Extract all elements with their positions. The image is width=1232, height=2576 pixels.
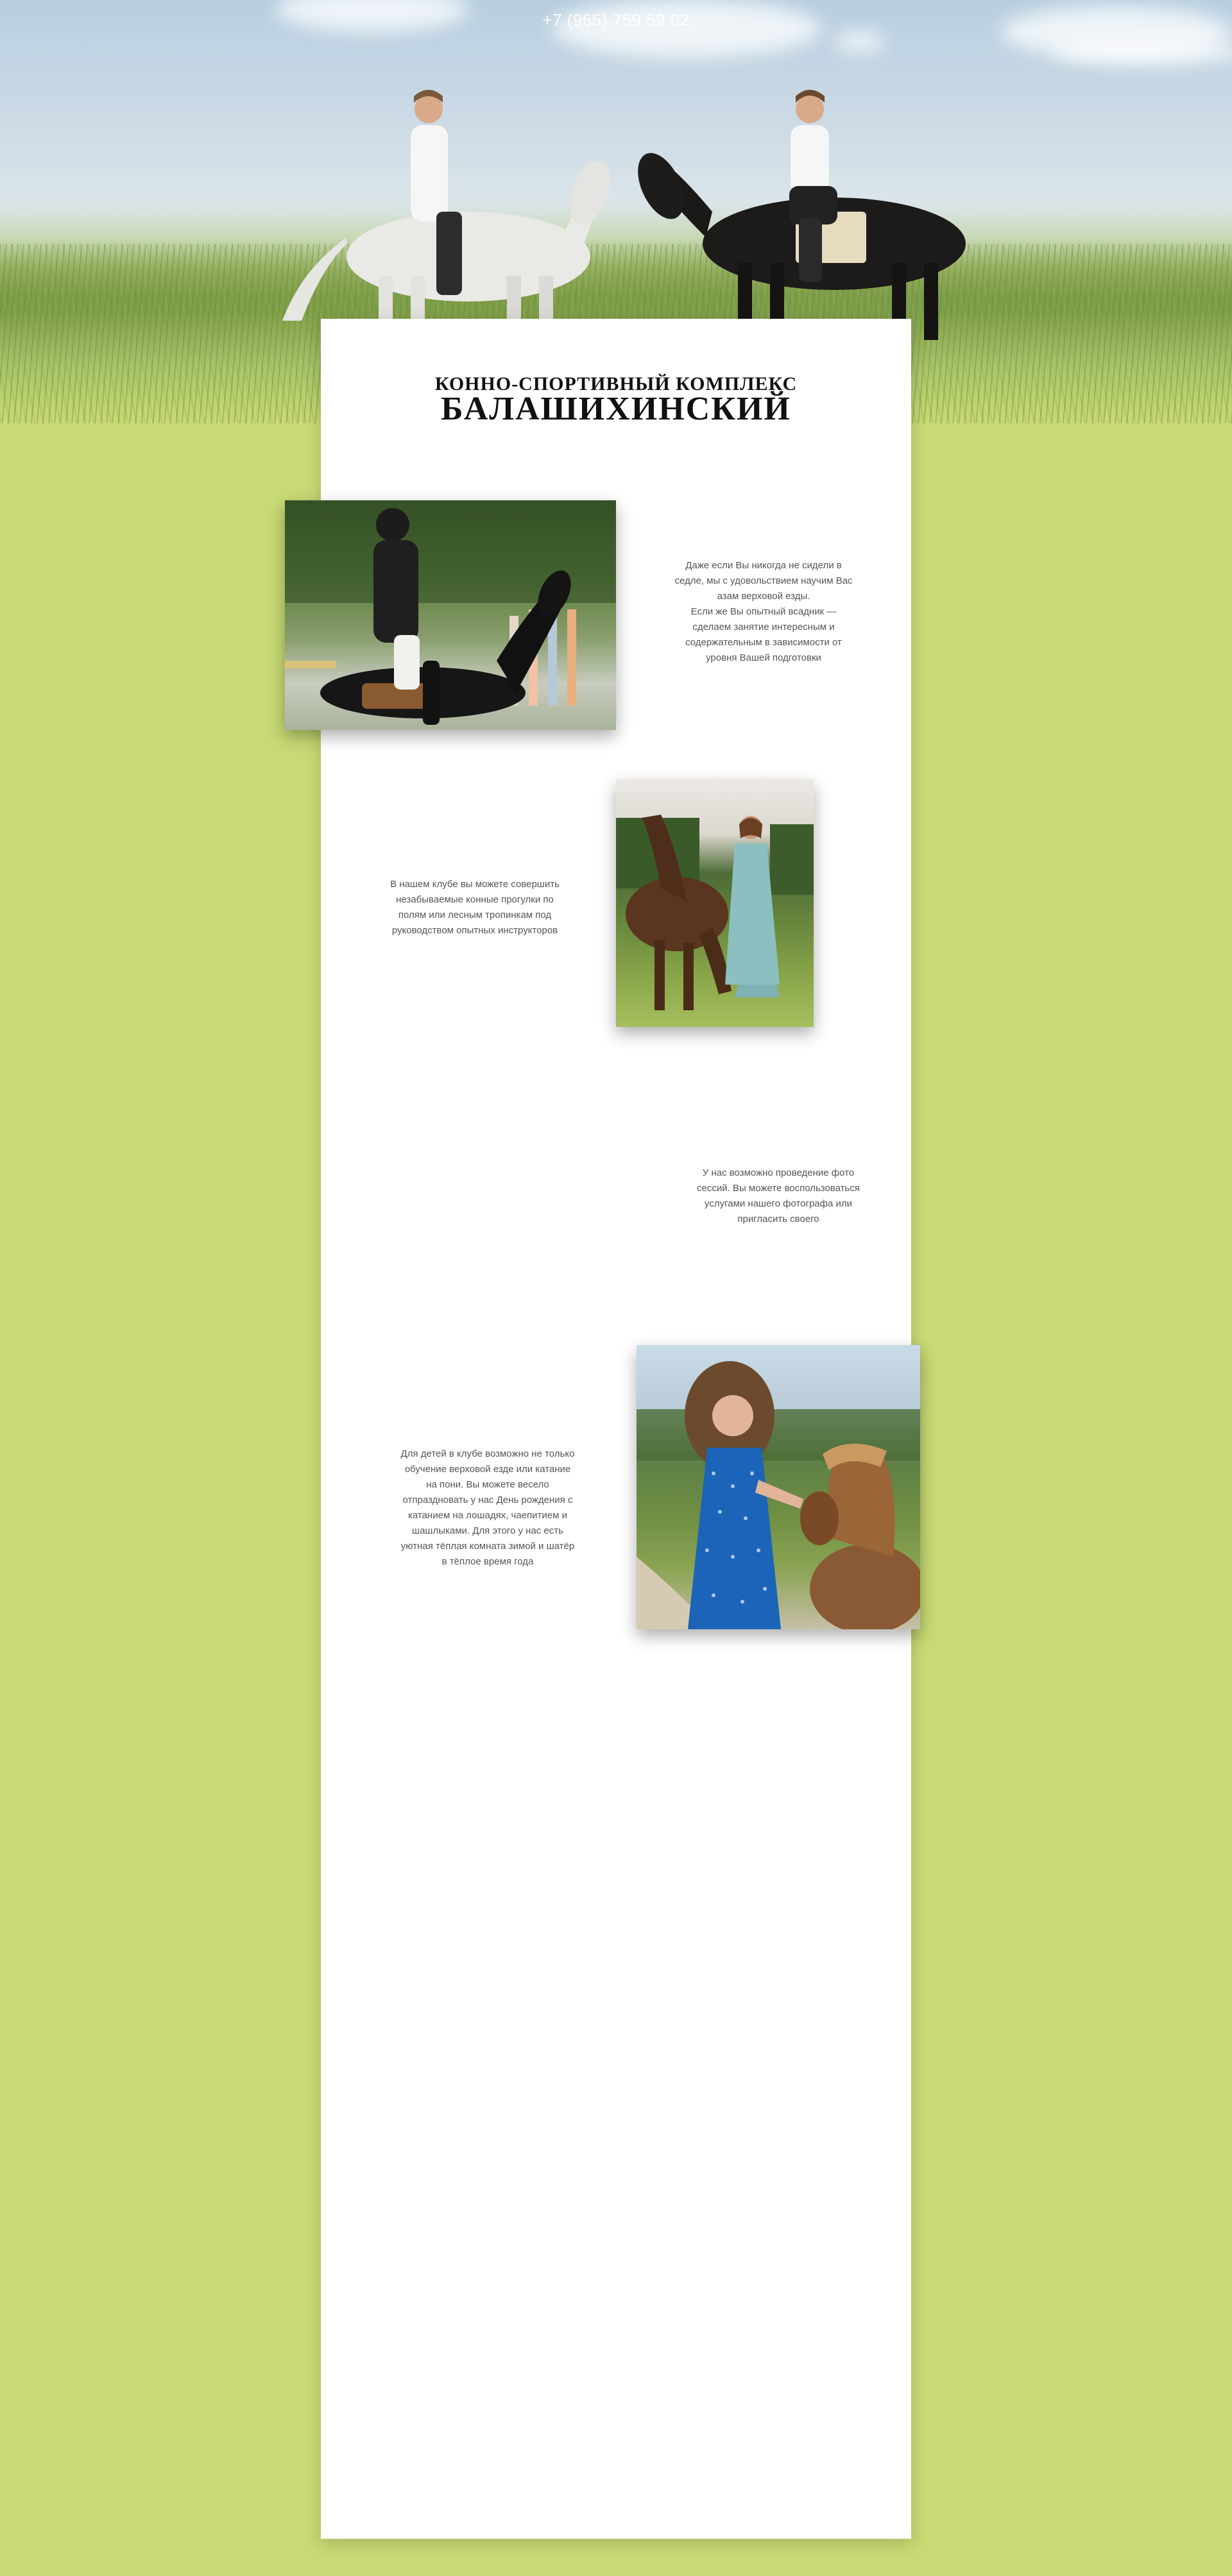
phone-number[interactable]: +7 (965) 759 59 02 [0, 10, 1232, 30]
section-3-text: У нас возможно проведение фото сессий. В… [697, 1167, 860, 1224]
section-4-text: Для детей в клубе возможно не только обу… [400, 1448, 575, 1567]
rider-photo [285, 500, 616, 730]
section-2-text: В нашем клубе вы можете совершить незабы… [390, 879, 560, 936]
section-1-text: Даже если Вы никогда не сидели в седле, … [674, 560, 853, 663]
pony-girl-photo [637, 1345, 920, 1629]
horse-woman-photo [616, 779, 814, 1027]
page-title: БАЛАШИХИНСКИЙ [441, 391, 791, 427]
